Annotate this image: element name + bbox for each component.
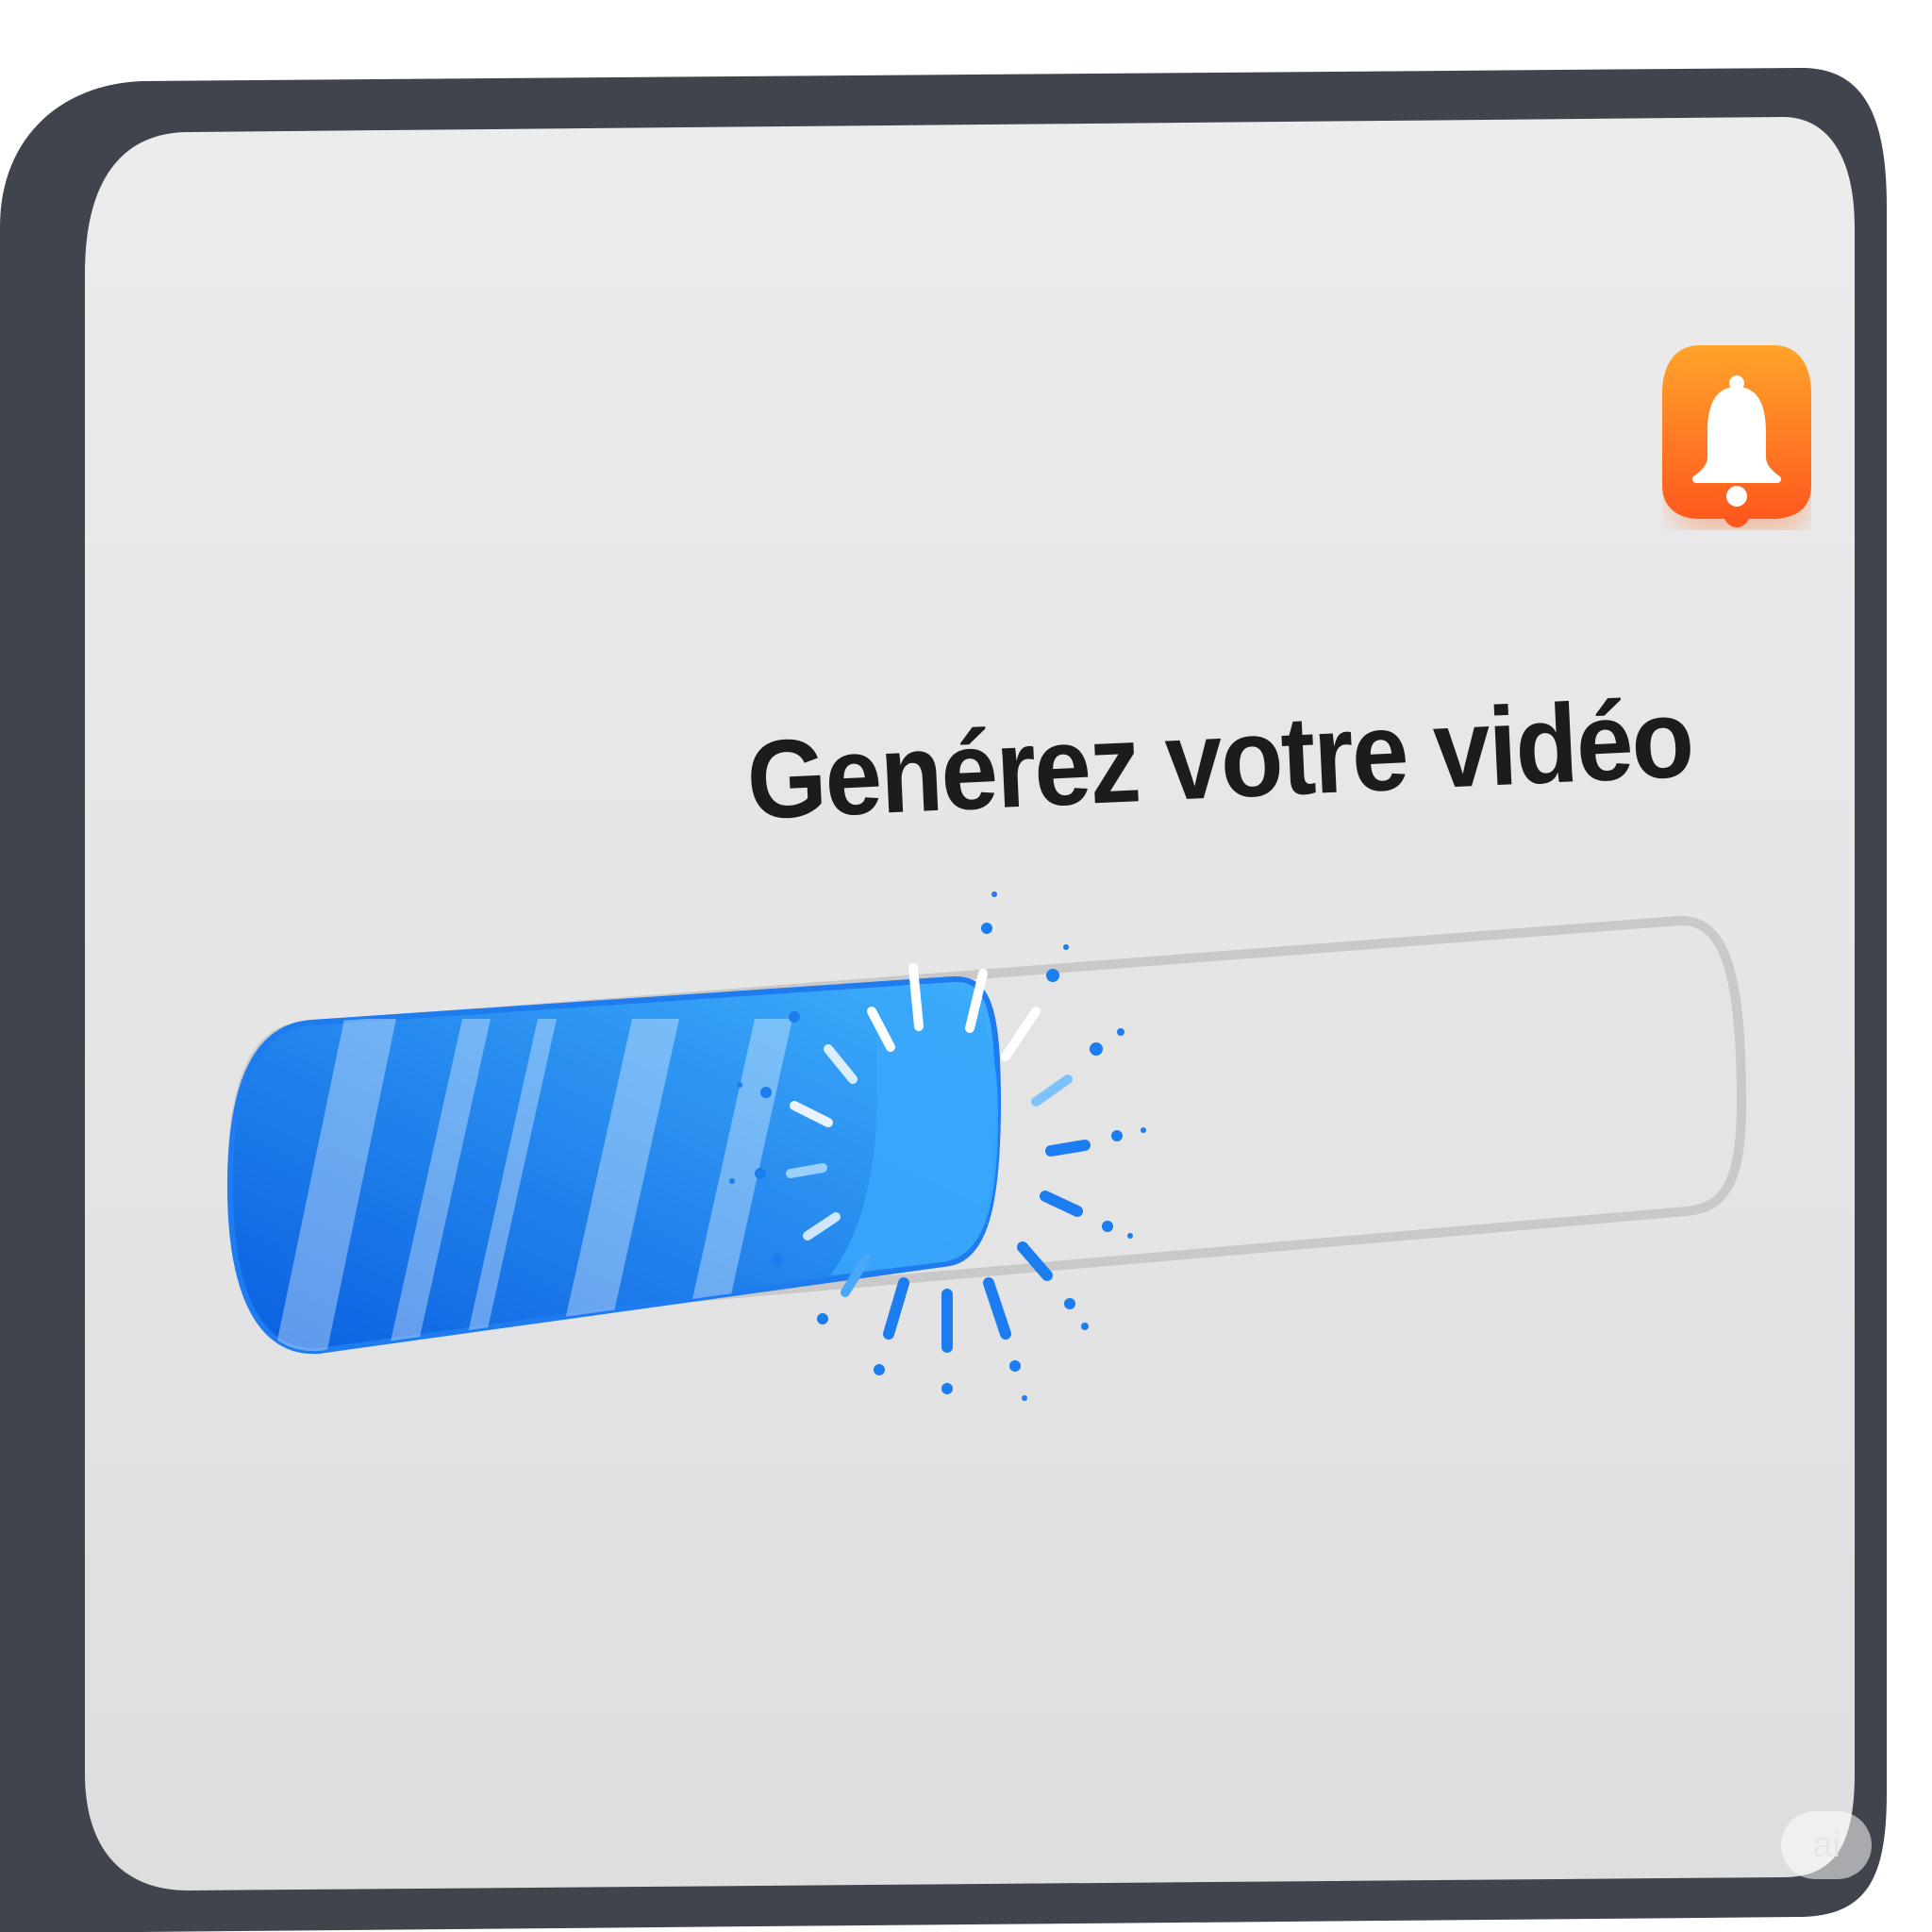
notification-button[interactable] <box>1662 345 1811 534</box>
watermark-badge: ai <box>1781 1811 1872 1879</box>
device-frame <box>0 68 1887 1932</box>
app-screen: Genérez votre vidéo ai <box>0 0 1932 1932</box>
